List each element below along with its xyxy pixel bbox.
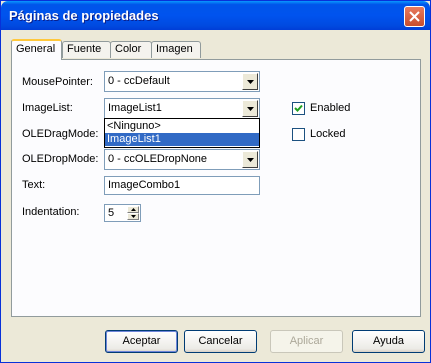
imagelist-dropdown-button[interactable] (242, 100, 258, 117)
spin-up-button[interactable] (127, 206, 139, 213)
close-button[interactable] (404, 6, 425, 27)
spin-down-button[interactable] (127, 213, 139, 220)
properties-dialog: Páginas de propiedades General Fuente Co… (0, 0, 431, 363)
enabled-label: Enabled (310, 102, 351, 114)
imagelist-dropdown-list: <Ninguno> ImageList1 (104, 118, 260, 148)
mousepointer-value: 0 - ccDefault (108, 75, 170, 87)
mousepointer-combo[interactable]: 0 - ccDefault (104, 71, 260, 92)
tab-imagen[interactable]: Imagen (151, 41, 201, 58)
chevron-down-icon (247, 158, 254, 162)
oledropmode-dropdown-button[interactable] (242, 151, 258, 168)
tab-general[interactable]: General (11, 39, 62, 60)
chevron-down-icon (247, 107, 254, 111)
imagelist-option-ninguno[interactable]: <Ninguno> (105, 120, 259, 133)
indentation-label: Indentation: (22, 206, 80, 218)
enabled-checkbox-box[interactable] (292, 102, 305, 115)
tab-fuente[interactable]: Fuente (62, 41, 111, 58)
help-button[interactable]: Ayuda (352, 330, 425, 353)
cancel-button[interactable]: Cancelar (184, 330, 257, 353)
ok-button[interactable]: Aceptar (105, 330, 178, 353)
imagelist-option-imagelist1[interactable]: ImageList1 (105, 133, 259, 146)
locked-label: Locked (310, 128, 346, 140)
locked-checkbox[interactable]: Locked (292, 128, 362, 141)
text-label: Text: (22, 179, 46, 191)
indentation-spinner[interactable]: 5 (104, 204, 141, 222)
checkmark-icon (294, 104, 303, 112)
oledropmode-label: OLEDropMode: (22, 153, 99, 165)
mousepointer-label: MousePointer: (22, 76, 93, 88)
imagelist-value: ImageList1 (108, 102, 162, 114)
close-icon (409, 11, 420, 22)
text-field-value: ImageCombo1 (108, 179, 181, 191)
apply-button[interactable]: Aplicar (270, 330, 343, 353)
imagelist-combo[interactable]: ImageList1 (104, 98, 260, 119)
title-bar[interactable]: Páginas de propiedades (1, 1, 430, 30)
enabled-checkbox[interactable]: Enabled (292, 102, 362, 115)
indentation-spin-buttons (127, 206, 139, 220)
oledropmode-combo[interactable]: 0 - ccOLEDropNone (104, 149, 260, 170)
locked-checkbox-box[interactable] (292, 128, 305, 141)
indentation-value: 5 (108, 207, 115, 219)
window-title: Páginas de propiedades (9, 8, 159, 23)
chevron-down-icon (247, 80, 254, 84)
text-field[interactable]: ImageCombo1 (104, 176, 260, 195)
chevron-up-icon (131, 208, 136, 211)
tab-color[interactable]: Color (110, 41, 152, 58)
chevron-down-icon (131, 215, 136, 218)
oledragmode-label: OLEDragMode: (22, 128, 99, 140)
imagelist-label: ImageList: (22, 102, 73, 114)
oledropmode-value: 0 - ccOLEDropNone (108, 153, 208, 165)
mousepointer-dropdown-button[interactable] (242, 73, 258, 90)
